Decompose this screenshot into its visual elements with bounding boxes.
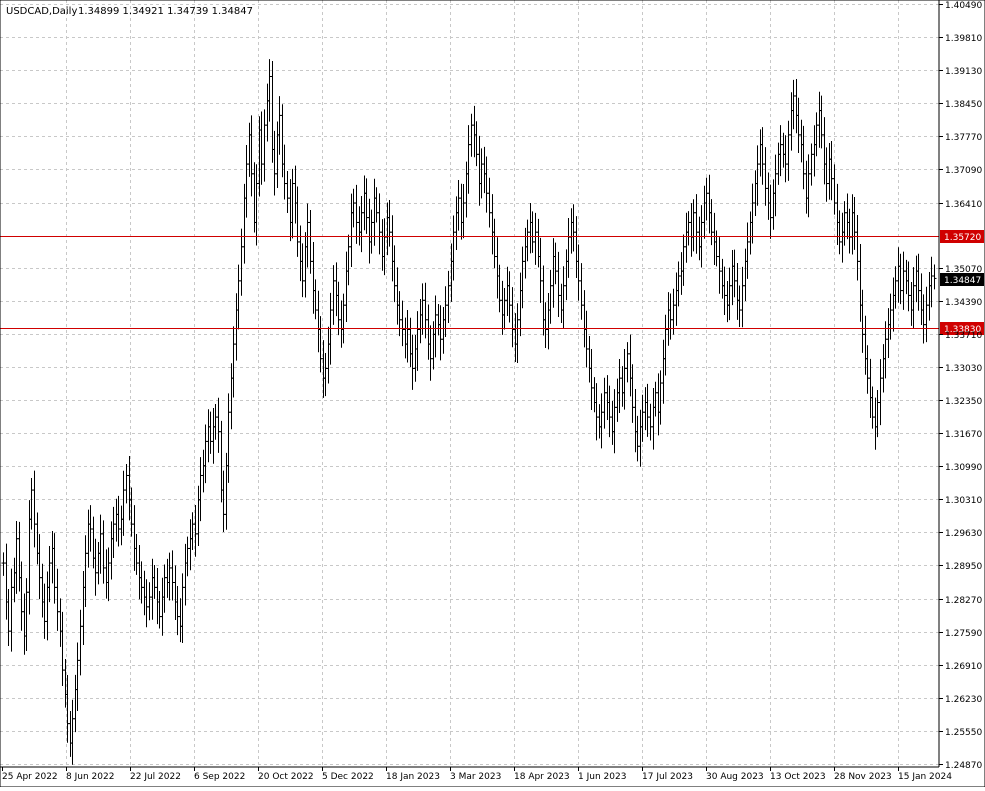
price-tick-label: 1.28270 bbox=[945, 596, 982, 606]
price-tick-label: 1.37090 bbox=[945, 166, 982, 176]
price-tick-label: 1.39810 bbox=[945, 34, 982, 44]
price-tick-label: 1.31670 bbox=[945, 430, 982, 440]
price-tick-label: 1.30990 bbox=[945, 463, 982, 473]
price-tick-label: 1.38450 bbox=[945, 100, 982, 110]
chart-canvas[interactable]: 1.357201.33830 1.404901.398101.391301.38… bbox=[0, 0, 985, 788]
price-tick-label: 1.40490 bbox=[945, 1, 982, 11]
price-chart[interactable]: 1.35720 1.33830 1.40490 1.39810 1.39130 1.38… bbox=[0, 0, 985, 788]
time-tick-label: 5 Dec 2022 bbox=[322, 772, 374, 782]
price-tick-label: 1.27590 bbox=[945, 629, 982, 639]
price-tick-label: 1.34390 bbox=[945, 298, 982, 308]
time-tick-label: 30 Aug 2023 bbox=[706, 772, 764, 782]
chart-background bbox=[0, 0, 985, 787]
price-tick-label: 1.29630 bbox=[945, 529, 982, 539]
time-tick-label: 6 Sep 2022 bbox=[194, 772, 245, 782]
price-tick-label: 1.37770 bbox=[945, 133, 982, 143]
price-tick-label: 1.28950 bbox=[945, 562, 982, 572]
time-tick-label: 8 Jun 2022 bbox=[66, 772, 114, 782]
time-tick-label: 15 Jan 2024 bbox=[898, 772, 952, 782]
time-tick-label: 1 Jun 2023 bbox=[578, 772, 626, 782]
price-tick-label: 1.39130 bbox=[945, 67, 982, 77]
price-tick-label: 1.25550 bbox=[945, 728, 982, 738]
price-tick-label: 1.33030 bbox=[945, 364, 982, 374]
symbol-label: USDCAD,Daily bbox=[6, 6, 77, 17]
price-tick-label: 1.30310 bbox=[945, 496, 982, 506]
price-tick-label: 1.24870 bbox=[945, 761, 982, 771]
time-tick-label: 28 Nov 2023 bbox=[834, 772, 892, 782]
level-price-label: 1.35720 bbox=[944, 233, 981, 243]
price-tick-label: 1.32350 bbox=[945, 397, 982, 407]
price-tick-label: 1.26230 bbox=[945, 695, 982, 705]
ohlc-readout: 1.34899 1.34921 1.34739 1.34847 bbox=[78, 6, 253, 17]
time-tick-label: 13 Oct 2023 bbox=[770, 772, 826, 782]
time-tick-label: 18 Jan 2023 bbox=[386, 772, 440, 782]
time-tick-label: 17 Jul 2023 bbox=[642, 772, 693, 782]
time-tick-label: 3 Mar 2023 bbox=[450, 772, 501, 782]
time-tick-label: 22 Jul 2022 bbox=[130, 772, 181, 782]
time-tick-label: 20 Oct 2022 bbox=[258, 772, 314, 782]
time-tick-label: 25 Apr 2022 bbox=[2, 772, 58, 782]
price-tick-label: 1.33710 bbox=[945, 331, 982, 341]
price-tick-label: 1.36410 bbox=[945, 200, 982, 210]
time-tick-label: 18 Apr 2023 bbox=[514, 772, 570, 782]
current-price-label: 1.34847 bbox=[944, 276, 981, 286]
price-tick-label: 1.26910 bbox=[945, 662, 982, 672]
